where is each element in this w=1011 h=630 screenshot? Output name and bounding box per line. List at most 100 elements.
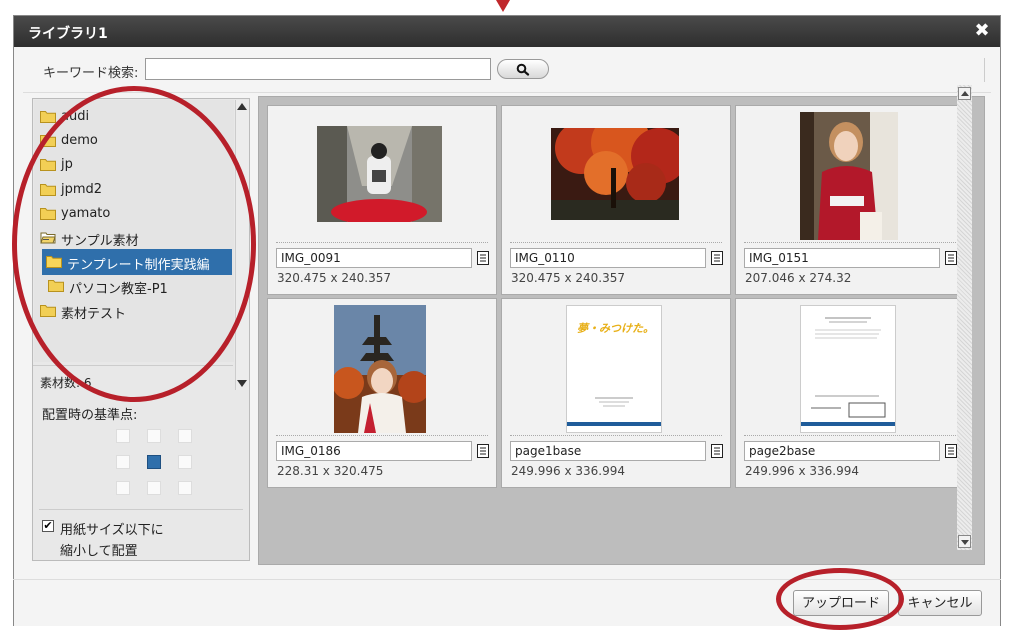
divider <box>510 435 722 436</box>
material-name[interactable]: IMG_0110 <box>510 248 706 268</box>
divider <box>276 435 488 436</box>
material-count-area: 素材数: 6 <box>33 365 233 394</box>
search-button[interactable] <box>497 59 549 79</box>
upload-button[interactable]: アップロード <box>793 590 889 616</box>
material-card[interactable]: IMG_0186 228.31 x 320.475 <box>267 298 497 488</box>
anchor-point-cell[interactable] <box>147 455 161 469</box>
thumbnail-image <box>800 112 898 240</box>
folder-item[interactable]: 素材テスト <box>34 298 232 324</box>
folder-item[interactable]: パソコン教室-P1 <box>34 273 232 299</box>
material-dimensions: 207.046 x 274.32 <box>745 271 852 285</box>
document-icon[interactable] <box>477 444 489 462</box>
material-dimensions: 320.475 x 240.357 <box>277 271 391 285</box>
folder-item[interactable]: サンプル素材 <box>34 225 232 251</box>
divider <box>744 435 956 436</box>
material-card[interactable]: IMG_0091 320.475 x 240.357 <box>267 105 497 295</box>
divider <box>13 579 1001 580</box>
material-grid-scrollbar[interactable] <box>957 85 972 550</box>
scroll-down-arrow-icon[interactable] <box>237 380 247 387</box>
anchor-point-label: 配置時の基準点: <box>42 408 138 423</box>
material-card[interactable]: IMG_0110 320.475 x 240.357 <box>501 105 731 295</box>
toolbar-separator <box>984 58 985 82</box>
top-arrow-marker <box>496 0 510 12</box>
anchor-point-grid <box>116 429 196 497</box>
cancel-button[interactable]: キャンセル <box>898 590 982 616</box>
folder-label: サンプル素材 <box>61 234 139 249</box>
close-icon[interactable]: ✖ <box>972 21 992 41</box>
material-name[interactable]: IMG_0186 <box>276 441 472 461</box>
folder-item[interactable]: yamato <box>34 201 232 227</box>
divider <box>276 242 488 243</box>
scroll-up-button[interactable] <box>958 87 971 100</box>
anchor-point-cell[interactable] <box>116 429 130 443</box>
thumbnail-image: 夢・みつけた。 <box>566 305 662 433</box>
material-name[interactable]: IMG_0091 <box>276 248 472 268</box>
scroll-down-arrow-icon <box>961 540 969 545</box>
anchor-point-cell[interactable] <box>178 481 192 495</box>
folder-tree: audi demo jp jpmd2 yamato サンプル素材テンプレート制作実践編 パソ… <box>34 100 234 362</box>
folder-icon <box>40 158 56 175</box>
folder-open-icon <box>40 231 56 248</box>
thumbnail-image <box>334 305 426 433</box>
material-name[interactable]: IMG_0151 <box>744 248 940 268</box>
folder-item[interactable]: jp <box>34 152 232 178</box>
material-dimensions: 228.31 x 320.475 <box>277 464 384 478</box>
document-icon[interactable] <box>945 444 957 462</box>
anchor-point-cell[interactable] <box>116 481 130 495</box>
folder-item[interactable]: テンプレート制作実践編 <box>42 249 232 276</box>
folder-icon <box>40 134 56 151</box>
divider <box>23 92 991 93</box>
material-card[interactable]: page2base 249.996 x 336.994 <box>735 298 965 488</box>
thumbnail-image <box>317 126 442 222</box>
folder-label: audi <box>61 109 90 124</box>
folder-panel: audi demo jp jpmd2 yamato サンプル素材テンプレート制作実践編 パソ… <box>32 98 250 561</box>
thumbnail-image <box>800 305 896 433</box>
material-dimensions: 249.996 x 336.994 <box>511 464 625 478</box>
folder-item[interactable]: audi <box>34 104 232 130</box>
document-icon[interactable] <box>711 444 723 462</box>
material-name[interactable]: page1base <box>510 441 706 461</box>
folder-label: demo <box>61 133 98 149</box>
folder-item[interactable]: jpmd2 <box>34 177 232 203</box>
document-icon[interactable] <box>945 251 957 269</box>
keyword-search-input[interactable] <box>145 58 491 80</box>
shrink-option-label-line2: 縮小して配置 <box>60 544 138 559</box>
folder-icon <box>48 279 64 296</box>
material-name[interactable]: page2base <box>744 441 940 461</box>
folder-icon <box>40 207 56 224</box>
folder-tree-scrollbar[interactable] <box>235 100 249 390</box>
divider <box>744 242 956 243</box>
divider <box>39 509 243 510</box>
scroll-up-arrow-icon <box>961 91 969 96</box>
titlebar: ライブラリ1 ✖ <box>14 16 1000 47</box>
anchor-point-cell[interactable] <box>116 455 130 469</box>
material-card[interactable]: IMG_0151 207.046 x 274.32 <box>735 105 965 295</box>
folder-icon <box>40 304 56 321</box>
search-label: キーワード検索: <box>43 66 139 81</box>
folder-icon <box>40 183 56 200</box>
document-icon[interactable] <box>711 251 723 269</box>
anchor-point-cell[interactable] <box>178 455 192 469</box>
folder-label: jpmd2 <box>61 181 103 197</box>
folder-label: 素材テスト <box>61 306 127 322</box>
folder-label: パソコン教室-P1 <box>69 282 168 298</box>
folder-icon <box>46 255 62 272</box>
anchor-point-cell[interactable] <box>178 429 192 443</box>
folder-label: テンプレート制作実践編 <box>67 258 210 274</box>
shrink-option-label-line1: 用紙サイズ以下に <box>60 523 164 538</box>
scroll-up-arrow-icon[interactable] <box>237 103 247 110</box>
anchor-point-cell[interactable] <box>147 429 161 443</box>
material-dimensions: 249.996 x 336.994 <box>745 464 859 478</box>
thumbnail-image <box>551 128 679 220</box>
scroll-down-button[interactable] <box>958 535 971 548</box>
search-row: キーワード検索: <box>13 46 1001 90</box>
folder-item[interactable]: demo <box>34 128 232 154</box>
material-dimensions: 320.475 x 240.357 <box>511 271 625 285</box>
shrink-to-fit-checkbox[interactable]: ✔ <box>42 520 54 532</box>
material-card[interactable]: 夢・みつけた。 page1base 249.996 x 336.994 <box>501 298 731 488</box>
divider <box>510 242 722 243</box>
anchor-point-cell[interactable] <box>147 481 161 495</box>
search-icon <box>516 63 530 76</box>
material-count: 素材数: 6 <box>40 376 92 390</box>
document-icon[interactable] <box>477 251 489 269</box>
